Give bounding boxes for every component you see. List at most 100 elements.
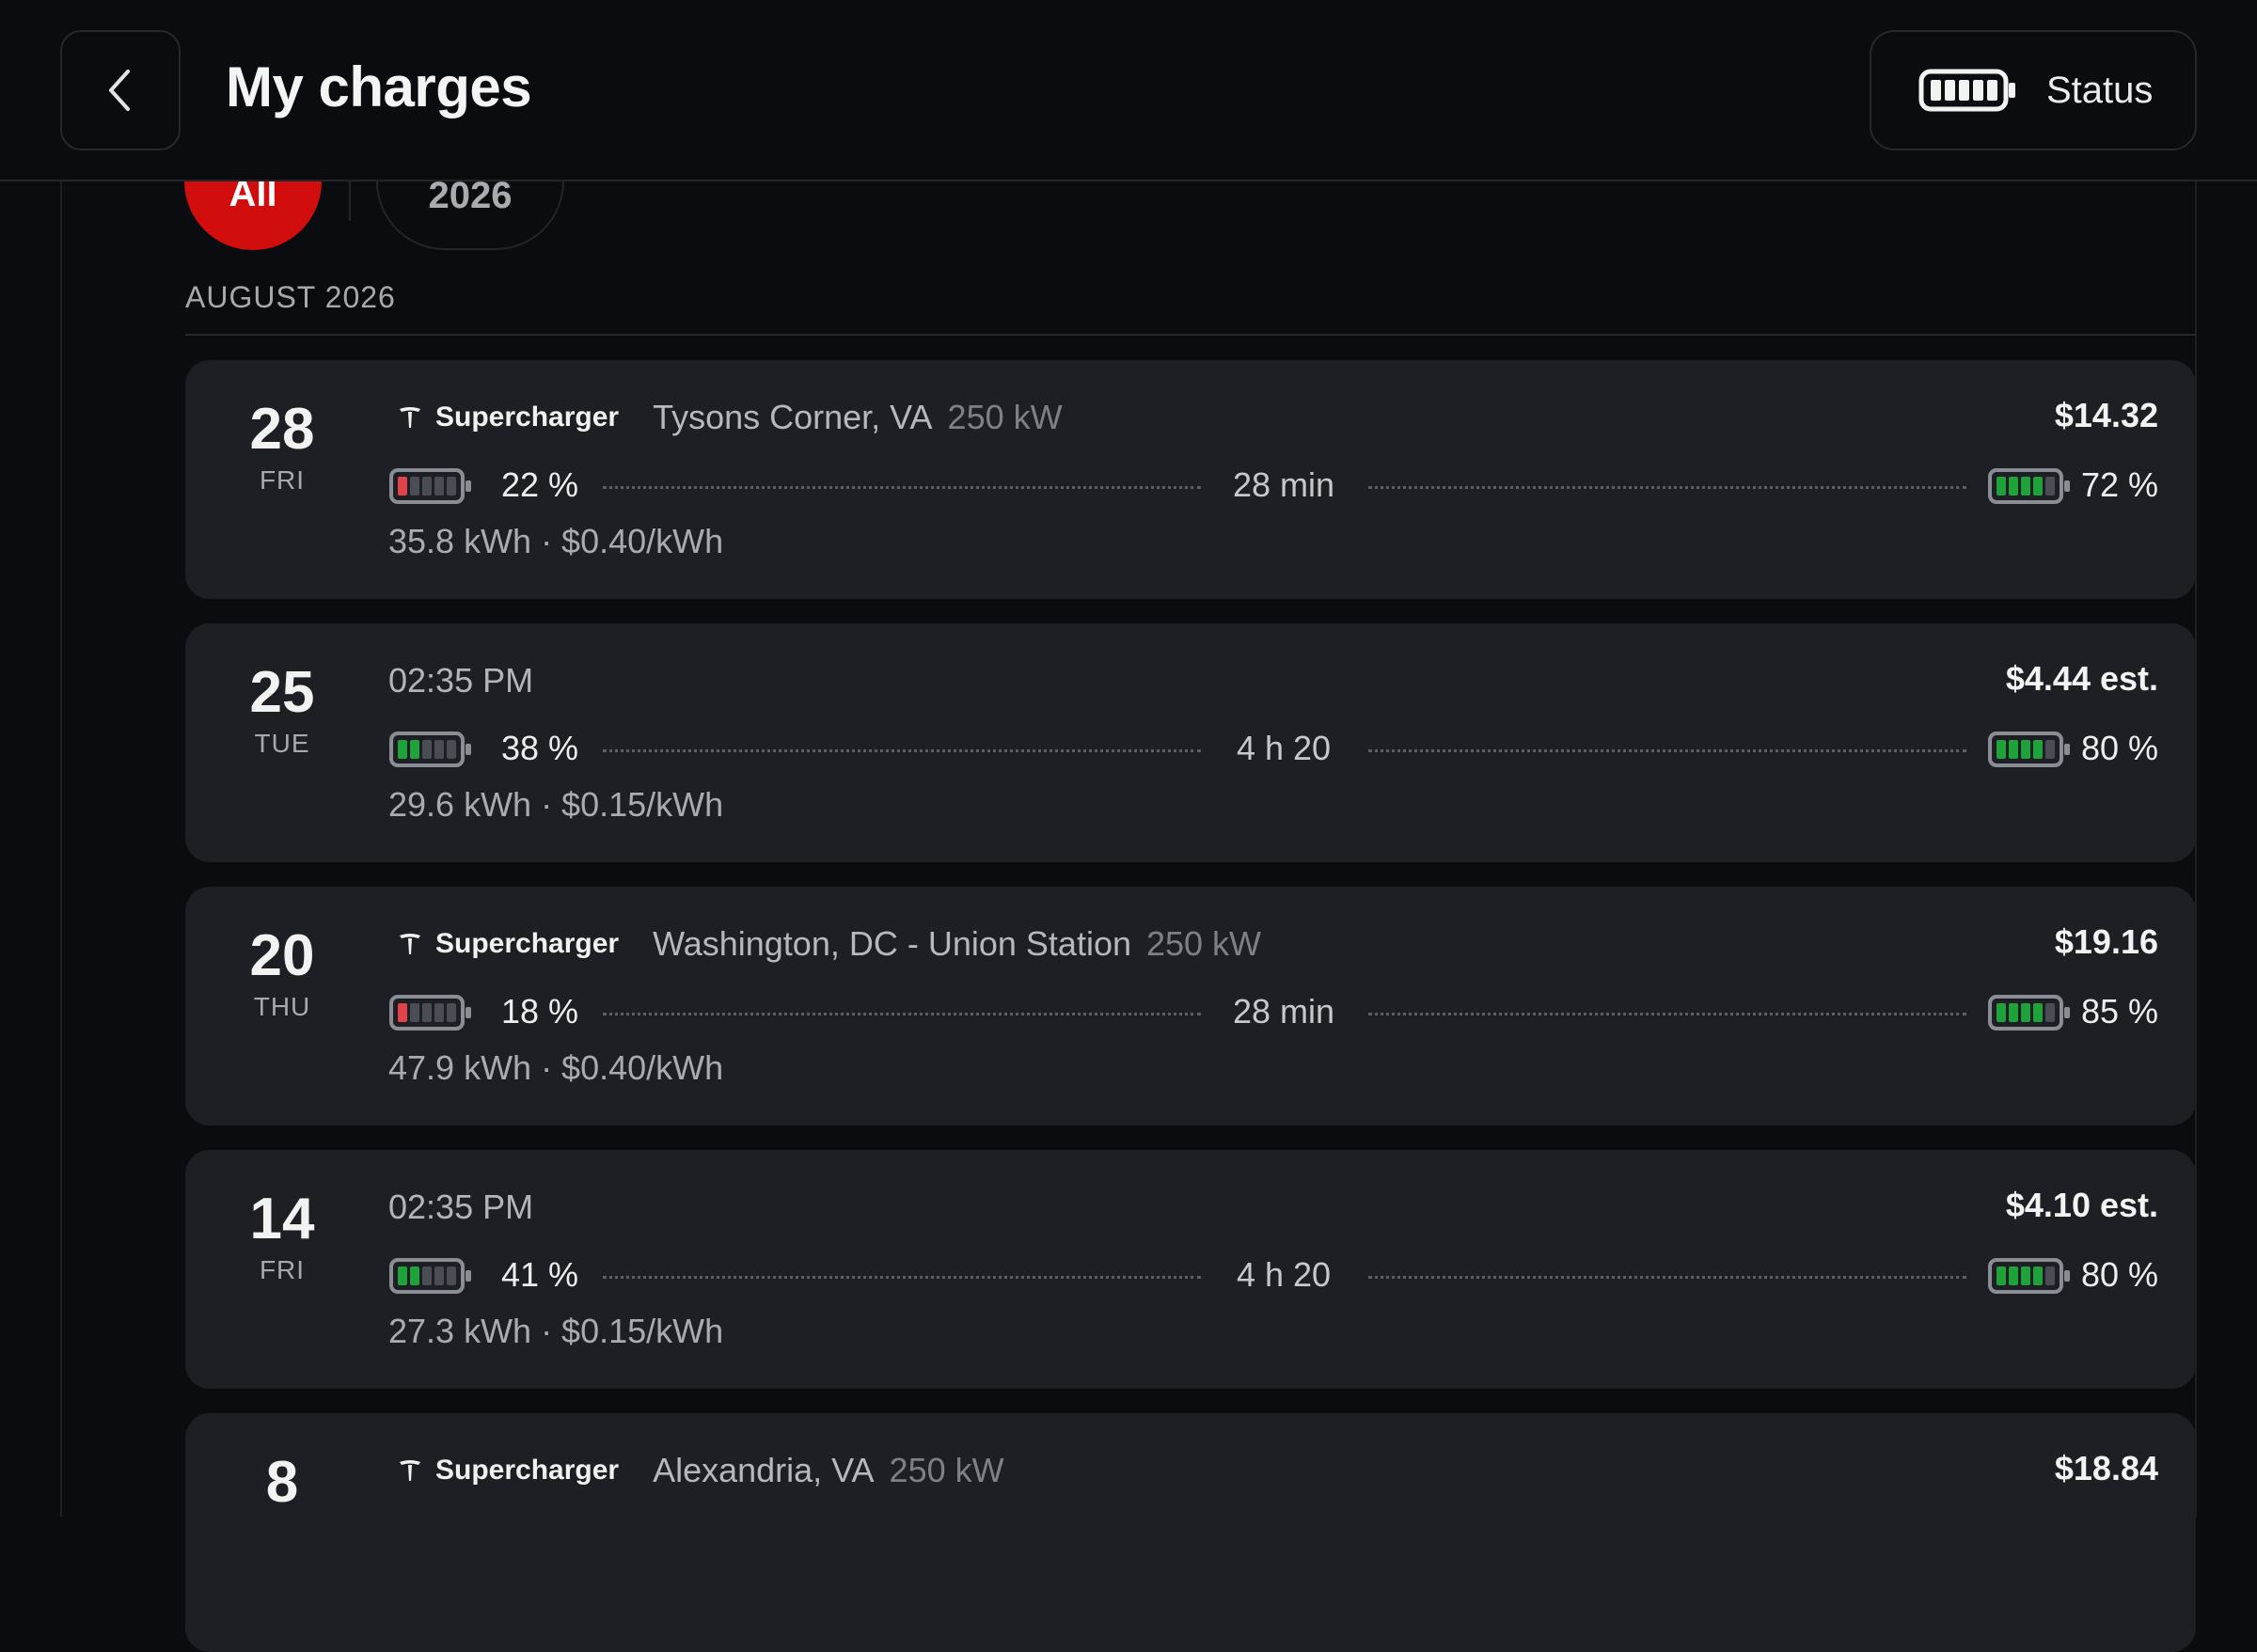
end-battery bbox=[1987, 994, 2072, 1036]
supercharger-logo-icon bbox=[400, 407, 420, 428]
start-battery bbox=[388, 1257, 473, 1299]
dotted-line bbox=[1368, 486, 1966, 489]
battery-segment bbox=[2045, 1003, 2055, 1022]
battery-segment bbox=[447, 477, 456, 496]
battery-segment bbox=[422, 1267, 432, 1285]
charge-card[interactable]: 28 FRI $14.32 Supercharger Tysons Corner… bbox=[185, 360, 2196, 599]
charge-header-line: 02:35 PM bbox=[388, 1186, 533, 1229]
charge-power: 250 kW bbox=[947, 398, 1063, 436]
battery-segment bbox=[2021, 1003, 2030, 1022]
dotted-line bbox=[1368, 749, 1966, 752]
page-title: My charges bbox=[226, 55, 532, 118]
charge-power: 250 kW bbox=[889, 1451, 1004, 1489]
charge-card[interactable]: 14 FRI $4.10 est. 02:35 PM 41 % 4 h 20 80 %… bbox=[185, 1150, 2196, 1389]
charge-header-line: Supercharger Washington, DC - Union Stat… bbox=[388, 922, 1261, 966]
battery-segment bbox=[422, 477, 432, 496]
charge-location: Tysons Corner, VA bbox=[653, 398, 933, 436]
battery-segment bbox=[398, 740, 407, 759]
dotted-line bbox=[1368, 1013, 1966, 1015]
battery-icon bbox=[1918, 69, 2015, 112]
charge-progress-row: 38 % 4 h 20 80 % bbox=[388, 727, 2158, 774]
start-battery bbox=[388, 731, 473, 773]
charge-day: 8 bbox=[265, 1450, 299, 1515]
battery-segment bbox=[2033, 1003, 2043, 1022]
start-percent: 22 % bbox=[501, 465, 579, 504]
battery-segment bbox=[447, 1267, 456, 1285]
battery-segment bbox=[2021, 740, 2030, 759]
charge-header-line: Supercharger Tysons Corner, VA 250 kW bbox=[388, 396, 1063, 439]
month-divider bbox=[185, 334, 2196, 336]
battery-segment bbox=[410, 1267, 419, 1285]
end-battery bbox=[1987, 731, 2072, 773]
end-percent: 85 % bbox=[2080, 992, 2158, 1031]
battery-segment bbox=[2009, 477, 2018, 496]
battery-segment bbox=[1997, 740, 2006, 759]
charge-card[interactable]: 20 THU $19.16 Supercharger Washington, D… bbox=[185, 887, 2196, 1125]
charge-location: Washington, DC - Union Station bbox=[653, 924, 1131, 963]
end-battery bbox=[1987, 467, 2072, 510]
battery-segment bbox=[398, 1003, 407, 1022]
start-battery bbox=[388, 467, 473, 510]
battery-level-icon bbox=[1988, 1258, 2070, 1294]
dotted-line bbox=[603, 486, 1201, 489]
charge-duration: 4 h 20 bbox=[1236, 1255, 1332, 1294]
charge-day: 14 bbox=[249, 1187, 315, 1251]
dotted-line bbox=[603, 749, 1201, 752]
charge-price: $18.84 bbox=[2054, 1449, 2158, 1487]
dotted-line bbox=[603, 1276, 1201, 1279]
start-percent: 18 % bbox=[501, 992, 579, 1031]
battery-segment bbox=[434, 477, 444, 496]
charge-header-line: Supercharger Alexandria, VA 250 kW bbox=[388, 1449, 1004, 1492]
month-heading: AUGUST 2026 bbox=[185, 280, 396, 314]
charge-energy: 47.9 kWh · $0.40/kWh bbox=[388, 1048, 724, 1087]
battery-segment bbox=[410, 740, 419, 759]
battery-segment bbox=[398, 477, 407, 496]
charge-weekday: TUE bbox=[254, 729, 310, 758]
battery-segment bbox=[2045, 1267, 2055, 1285]
battery-segment bbox=[2009, 1003, 2018, 1022]
charge-card[interactable]: 25 TUE $4.44 est. 02:35 PM 38 % 4 h 20 80 %… bbox=[185, 623, 2196, 862]
battery-segment bbox=[2045, 477, 2055, 496]
battery-segment bbox=[434, 1267, 444, 1285]
battery-segment bbox=[1997, 1003, 2006, 1022]
charge-price: $14.32 bbox=[2054, 396, 2158, 434]
back-button[interactable] bbox=[60, 30, 181, 150]
start-percent: 38 % bbox=[501, 729, 579, 767]
battery-segment bbox=[2033, 740, 2043, 759]
charge-card[interactable]: 8 $18.84 Supercharger Alexandria, VA 250… bbox=[185, 1413, 2196, 1652]
battery-segment bbox=[447, 1003, 456, 1022]
start-battery bbox=[388, 994, 473, 1036]
charge-energy: 27.3 kWh · $0.15/kWh bbox=[388, 1312, 724, 1350]
battery-segment bbox=[398, 1267, 407, 1285]
charge-progress-row: 22 % 28 min 72 % bbox=[388, 464, 2158, 511]
charge-energy: 29.6 kWh · $0.15/kWh bbox=[388, 785, 724, 824]
battery-segment bbox=[434, 1003, 444, 1022]
status-button[interactable]: Status bbox=[1870, 30, 2197, 150]
battery-segment bbox=[1997, 477, 2006, 496]
battery-segment bbox=[2045, 740, 2055, 759]
charge-time: 02:35 PM bbox=[388, 661, 534, 700]
charge-energy: 35.8 kWh · $0.40/kWh bbox=[388, 522, 724, 560]
supercharger-label: Supercharger bbox=[435, 928, 620, 959]
supercharger-label: Supercharger bbox=[435, 1455, 620, 1486]
battery-level-icon bbox=[389, 732, 471, 767]
charge-power: 250 kW bbox=[1145, 924, 1262, 963]
battery-segment bbox=[422, 1003, 432, 1022]
charges-panel: All 2026 AUGUST 2026 28 FRI $14.32 Super… bbox=[60, 181, 2197, 1652]
filter-divider bbox=[349, 181, 351, 221]
start-percent: 41 % bbox=[501, 1255, 579, 1294]
supercharger-logo-icon bbox=[400, 1460, 420, 1481]
dotted-line bbox=[1368, 1276, 1966, 1279]
end-percent: 80 % bbox=[2080, 729, 2158, 767]
charge-duration: 28 min bbox=[1232, 465, 1335, 504]
charge-weekday: FRI bbox=[259, 1255, 306, 1284]
battery-segment bbox=[434, 740, 444, 759]
battery-segment bbox=[2021, 1267, 2030, 1285]
battery-segment bbox=[410, 1003, 419, 1022]
battery-segment bbox=[410, 477, 419, 496]
battery-level-icon bbox=[389, 1258, 471, 1294]
end-percent: 80 % bbox=[2080, 1255, 2158, 1294]
battery-segment bbox=[422, 740, 432, 759]
charge-duration: 28 min bbox=[1232, 992, 1335, 1031]
charge-day: 20 bbox=[249, 923, 315, 988]
